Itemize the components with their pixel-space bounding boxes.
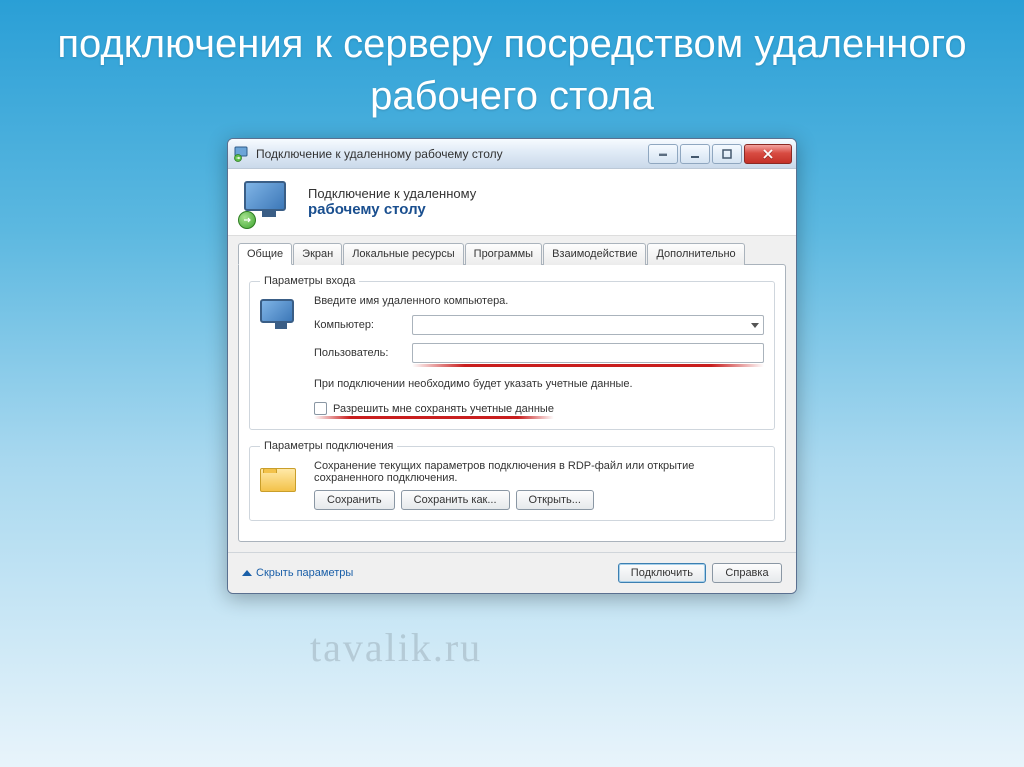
tab-programs[interactable]: Программы (465, 243, 542, 265)
user-field[interactable] (412, 343, 764, 363)
computer-label: Компьютер: (314, 319, 404, 331)
connection-group: Параметры подключения Сохранение текущих… (249, 440, 775, 521)
footer-bar: Скрыть параметры Подключить Справка (228, 552, 796, 593)
hide-options-label: Скрыть параметры (256, 567, 353, 579)
close-button[interactable] (744, 144, 792, 164)
folder-icon (260, 460, 302, 510)
help-button[interactable]: Справка (712, 563, 782, 583)
user-label: Пользователь: (314, 347, 404, 359)
save-as-button[interactable]: Сохранить как... (401, 490, 510, 510)
computer-icon (260, 295, 302, 419)
titlebar[interactable]: Подключение к удаленному рабочему столу … (228, 139, 796, 169)
window-title: Подключение к удаленному рабочему столу (256, 147, 648, 161)
chevron-down-icon (751, 323, 759, 328)
watermark: tavalik.ru (310, 624, 482, 671)
save-button[interactable]: Сохранить (314, 490, 395, 510)
tab-strip: Общие Экран Локальные ресурсы Программы … (238, 243, 786, 265)
tab-panel-general: Параметры входа Введите имя удаленного к… (238, 264, 786, 542)
hide-options-link[interactable]: Скрыть параметры (242, 567, 353, 579)
minimize-button[interactable] (680, 144, 710, 164)
save-credentials-checkbox[interactable] (314, 402, 327, 415)
banner: Подключение к удаленному рабочему столу (228, 169, 796, 236)
maximize-button[interactable] (712, 144, 742, 164)
save-credentials-label: Разрешить мне сохранять учетные данные (333, 403, 554, 415)
connect-button[interactable]: Подключить (618, 563, 706, 583)
slide-title: подключения к серверу посредством удален… (0, 0, 1024, 130)
open-button[interactable]: Открыть... (516, 490, 594, 510)
tab-local-resources[interactable]: Локальные ресурсы (343, 243, 463, 265)
connection-legend: Параметры подключения (260, 440, 397, 452)
credentials-hint: При подключении необходимо будет указать… (314, 377, 764, 392)
banner-line2: рабочему столу (308, 201, 476, 218)
tab-display[interactable]: Экран (293, 243, 342, 265)
connection-desc: Сохранение текущих параметров подключени… (314, 460, 764, 484)
rdp-icon (244, 181, 294, 223)
annotation-underline-2 (314, 416, 554, 419)
rdp-window: Подключение к удаленному рабочему столу … (227, 138, 797, 594)
annotation-underline (412, 364, 764, 367)
tab-advanced[interactable]: Дополнительно (647, 243, 744, 265)
tab-experience[interactable]: Взаимодействие (543, 243, 646, 265)
app-icon (234, 146, 250, 162)
help-titlebar-button[interactable]: ▬ (648, 144, 678, 164)
banner-line1: Подключение к удаленному (308, 186, 476, 201)
computer-combo[interactable] (412, 315, 764, 335)
login-legend: Параметры входа (260, 275, 359, 287)
login-group: Параметры входа Введите имя удаленного к… (249, 275, 775, 430)
tab-general[interactable]: Общие (238, 243, 292, 265)
login-intro: Введите имя удаленного компьютера. (314, 295, 764, 307)
chevron-up-icon (242, 570, 252, 576)
